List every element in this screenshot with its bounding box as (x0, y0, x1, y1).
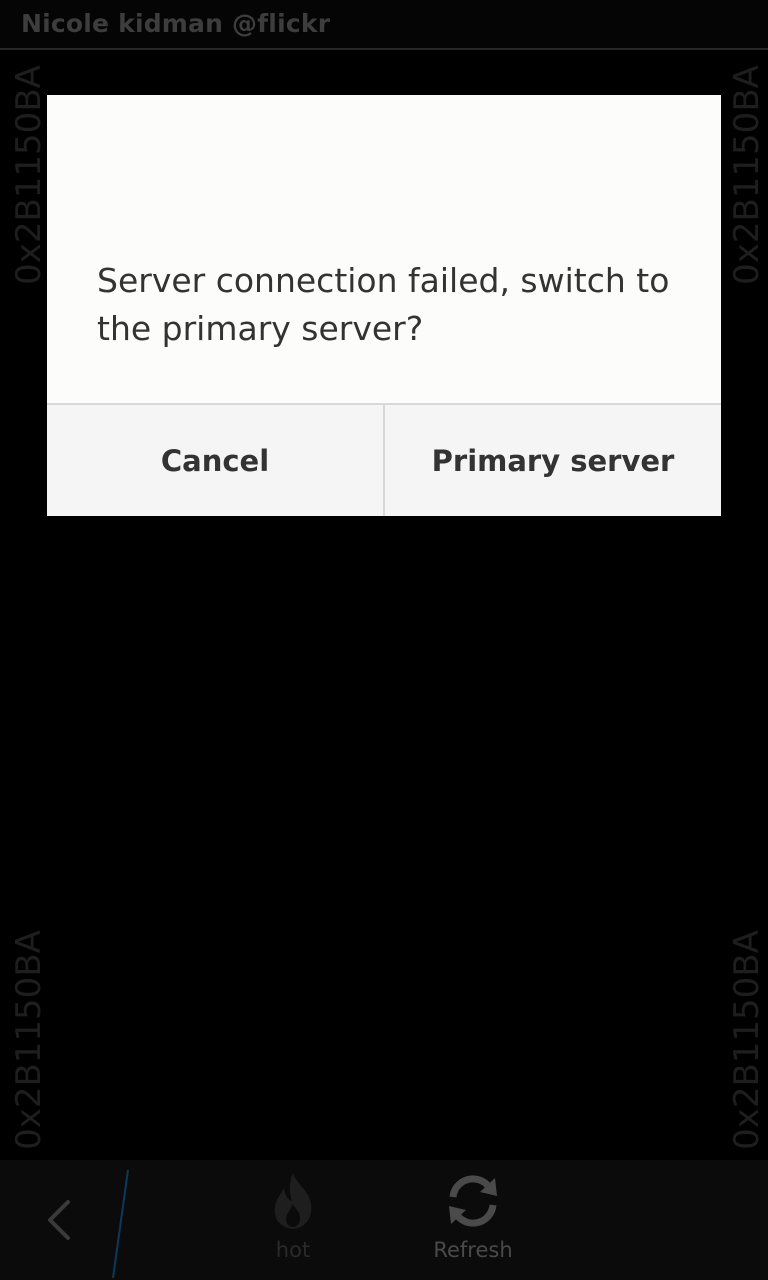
watermark: 0x2B1150BA (9, 65, 49, 285)
title-bar: Nicole kidman @flickr (0, 0, 768, 50)
watermark: 0x2B1150BA (9, 930, 49, 1150)
refresh-action[interactable]: Refresh (418, 1170, 528, 1275)
watermark: 0x2B1150BA (727, 65, 767, 285)
app-screen: Nicole kidman @flickr 0x2B1150BA 0x2B115… (0, 0, 768, 1280)
hot-label: hot (275, 1238, 311, 1262)
cancel-button[interactable]: Cancel (47, 405, 383, 516)
watermark: 0x2B1150BA (727, 930, 767, 1150)
action-bar-divider (112, 1169, 129, 1279)
hot-action[interactable]: hot (243, 1170, 343, 1275)
flame-icon (274, 1173, 312, 1229)
refresh-label: Refresh (433, 1238, 513, 1262)
back-button[interactable] (30, 1180, 100, 1260)
dialog-message: Server connection failed, switch to the … (97, 261, 670, 348)
refresh-icon (449, 1175, 497, 1227)
server-failure-dialog: Server connection failed, switch to the … (47, 95, 721, 516)
primary-server-button[interactable]: Primary server (383, 405, 721, 516)
page-title: Nicole kidman @flickr (21, 9, 331, 38)
dialog-button-row: Cancel Primary server (47, 403, 721, 516)
bottom-action-bar: hot Refresh (0, 1160, 768, 1280)
chevron-left-icon (48, 1200, 70, 1240)
